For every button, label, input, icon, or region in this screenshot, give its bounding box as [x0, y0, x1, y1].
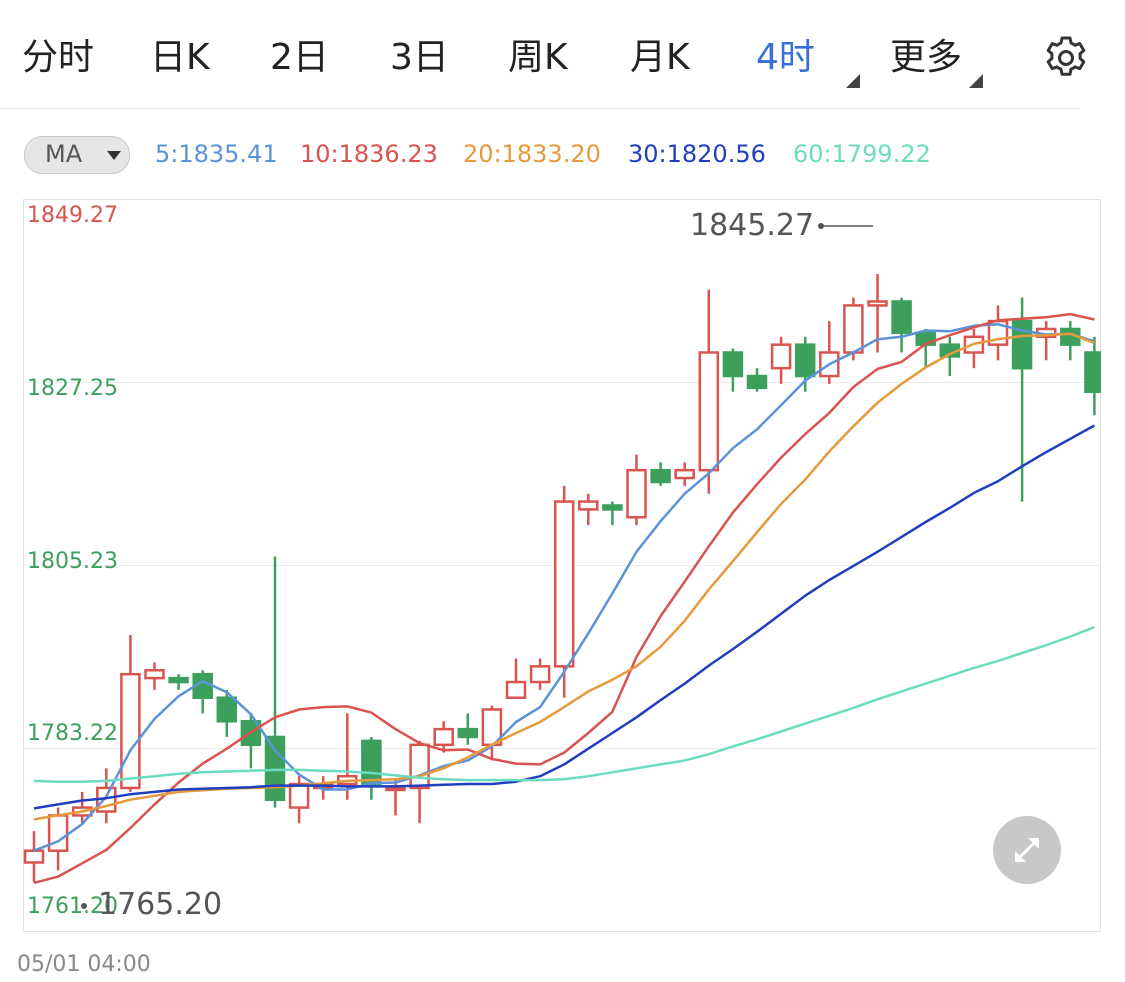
more-options-caret-icon[interactable]	[846, 74, 860, 88]
dropdown-arrow-icon	[107, 151, 121, 160]
candle-body	[361, 739, 382, 786]
candle-body	[1084, 351, 1101, 393]
tab-6[interactable]: 4时	[756, 34, 815, 82]
tab-1[interactable]: 日K	[150, 34, 210, 82]
candle-body	[843, 304, 864, 354]
y-axis-label: 1827.25	[27, 375, 118, 401]
candle-body	[891, 300, 912, 335]
candle-body	[144, 669, 165, 680]
tab-0[interactable]: 分时	[22, 34, 94, 82]
more-menu-caret-icon[interactable]	[969, 74, 983, 88]
x-axis-start-label: 05/01 04:00	[17, 952, 151, 977]
period-tab-bar: 分时 日K 2日 3日 周K 月K 4时 更多	[0, 0, 1086, 109]
ma10-value: 10:1836.23	[300, 140, 438, 168]
tab-5[interactable]: 月K	[630, 34, 690, 82]
candlestick-chart[interactable]	[23, 199, 1101, 932]
indicator-legend-row: MA 5:1835.41 10:1836.23 20:1833.20 30:18…	[24, 136, 1104, 176]
ma5-value: 5:1835.41	[155, 140, 278, 168]
candle-body	[168, 676, 189, 684]
candle-body	[770, 343, 792, 370]
candle-body	[650, 468, 671, 484]
candle-body	[746, 374, 768, 390]
candle-body	[385, 786, 406, 792]
candle-body	[794, 343, 816, 378]
candle-body	[674, 468, 695, 480]
candle-body	[578, 500, 599, 511]
ma60-value: 60:1799.22	[793, 140, 931, 168]
tab-3[interactable]: 3日	[390, 34, 449, 82]
candle	[553, 485, 575, 698]
y-axis-label: 1783.22	[27, 721, 118, 747]
candle-body	[23, 849, 45, 864]
candle-body	[47, 814, 69, 852]
expand-icon	[1015, 838, 1039, 862]
candle-body	[867, 300, 888, 307]
min-price-label: 1765.20	[98, 887, 223, 922]
tab-4[interactable]: 周K	[508, 34, 568, 82]
candle-body	[626, 468, 647, 519]
ma30-value: 30:1820.56	[628, 140, 766, 168]
candle-body	[120, 672, 141, 790]
candle-body	[602, 504, 623, 511]
candle-body	[553, 500, 575, 668]
gear-icon[interactable]	[1042, 34, 1090, 82]
candle-body	[722, 351, 744, 378]
candle-body	[433, 727, 454, 747]
tab-2[interactable]: 2日	[270, 34, 329, 82]
candle-body	[409, 743, 430, 790]
indicator-selector-label: MA	[45, 140, 83, 168]
candle-body	[529, 665, 551, 684]
max-price-label: 1845.27	[690, 208, 815, 243]
y-axis-label: 1849.27	[27, 203, 118, 228]
ma20-value: 20:1833.20	[463, 140, 601, 168]
candle-body	[698, 351, 720, 472]
candle-body	[264, 735, 286, 801]
y-axis-label: 1805.23	[27, 548, 118, 574]
candle-body	[457, 727, 479, 739]
fullscreen-button[interactable]	[993, 816, 1061, 884]
candle-body	[505, 680, 527, 699]
tab-7[interactable]: 更多	[890, 34, 962, 82]
indicator-selector-button[interactable]: MA	[24, 136, 130, 174]
candle	[843, 297, 864, 361]
candle-body	[216, 696, 238, 723]
candle-body	[288, 782, 310, 809]
